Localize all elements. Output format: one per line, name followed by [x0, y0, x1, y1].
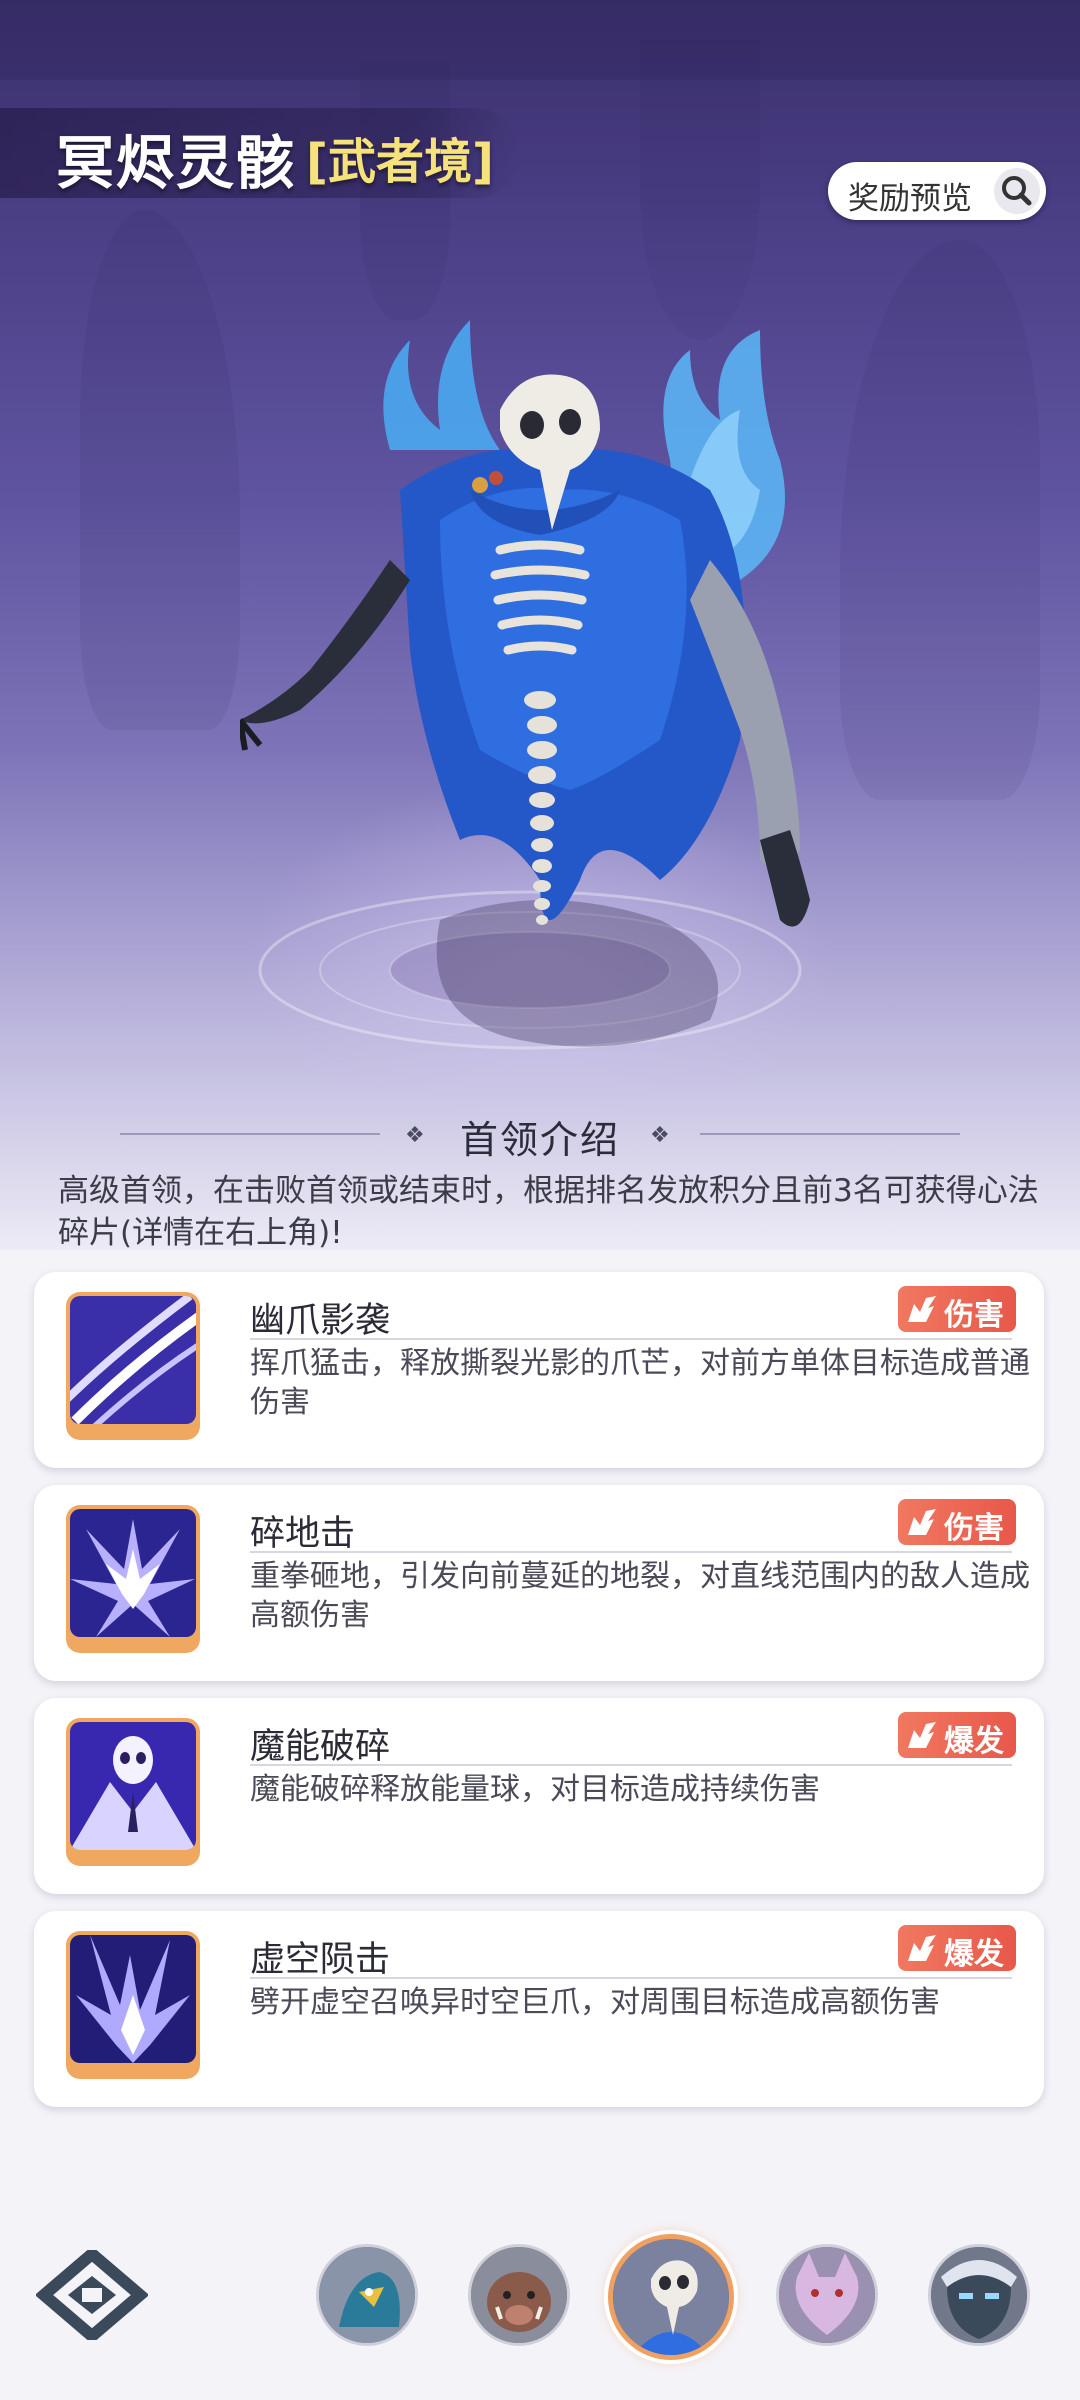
skill-icon-frame	[66, 1292, 200, 1440]
claw-slash-icon	[70, 1296, 196, 1424]
skill-icon-frame	[66, 1931, 200, 2079]
boss-avatar-wolf[interactable]	[776, 2244, 878, 2346]
skill-name: 碎地击	[250, 1514, 356, 1554]
boss-character-model	[240, 320, 810, 1047]
skill-card[interactable]: 虚空陨击 爆发 劈开虚空召唤异时空巨爪，对周围目标造成高额伤害	[34, 1911, 1044, 2107]
section-title: 首领介绍	[459, 1118, 620, 1162]
boss-avatar-skull-wraith[interactable]	[608, 2234, 734, 2360]
skull-burst-icon	[70, 1722, 196, 1850]
reward-preview-button[interactable]: 奖励预览	[828, 162, 1046, 220]
damage-icon	[908, 1509, 936, 1535]
skill-tag: 爆发	[898, 1925, 1016, 1972]
skill-icon-frame	[66, 1718, 200, 1866]
skill-name: 虚空陨击	[250, 1940, 391, 1980]
skill-description: 重拳砸地，引发向前蔓延的地裂，对直线范围内的敌人造成高额伤害	[250, 1559, 1030, 1633]
skill-tag-label: 爆发	[944, 1937, 1004, 1972]
boss-selector-bar	[0, 2200, 1080, 2400]
void-claw-icon	[70, 1935, 196, 2063]
skill-tag: 伤害	[898, 1286, 1016, 1333]
burst-icon	[908, 1935, 936, 1961]
skill-name: 幽爪影袭	[250, 1301, 391, 1341]
boss-avatar-bird-beast[interactable]	[316, 2244, 418, 2346]
search-icon	[994, 168, 1040, 214]
boss-avatar-masked[interactable]	[928, 2244, 1030, 2346]
ground-crack-icon	[70, 1509, 196, 1637]
boss-name: 冥烬灵骸	[56, 129, 297, 197]
reward-preview-label: 奖励预览	[848, 181, 972, 217]
skill-divider	[250, 1977, 1012, 1979]
boss-intro-section-header: ❖ ❖ 首领介绍	[120, 1105, 960, 1165]
skill-tag: 伤害	[898, 1499, 1016, 1546]
skill-name: 魔能破碎	[250, 1727, 391, 1767]
skill-description: 劈开虚空召唤异时空巨爪，对周围目标造成高额伤害	[250, 1985, 940, 2020]
skill-card[interactable]: 幽爪影袭 伤害 挥爪猛击，释放撕裂光影的爪芒，对前方单体目标造成普通伤害	[34, 1272, 1044, 1468]
skill-divider	[250, 1764, 1012, 1766]
boss-intro-description: 高级首领，在击败首领或结束时，根据排名发放积分且前3名可获得心法碎片(详情在右上…	[58, 1173, 1039, 1251]
skill-divider	[250, 1551, 1012, 1553]
skill-tag: 爆发	[898, 1712, 1016, 1759]
skill-card[interactable]: 碎地击 伤害 重拳砸地，引发向前蔓延的地裂，对直线范围内的敌人造成高额伤害	[34, 1485, 1044, 1681]
skill-tag-label: 伤害	[944, 1511, 1004, 1546]
damage-icon	[908, 1296, 936, 1322]
skill-card[interactable]: 魔能破碎 爆发 魔能破碎释放能量球，对目标造成持续伤害	[34, 1698, 1044, 1894]
skill-divider	[250, 1338, 1012, 1340]
game-logo-icon[interactable]	[36, 2250, 148, 2340]
skill-tag-label: 爆发	[944, 1724, 1004, 1759]
burst-icon	[908, 1722, 936, 1748]
boss-avatar-boar[interactable]	[468, 2244, 570, 2346]
skill-icon-frame	[66, 1505, 200, 1653]
boss-realm: [武者境]	[306, 134, 494, 190]
skill-description: 挥爪猛击，释放撕裂光影的爪芒，对前方单体目标造成普通伤害	[250, 1346, 1030, 1420]
skill-tag-label: 伤害	[944, 1298, 1004, 1333]
skill-description: 魔能破碎释放能量球，对目标造成持续伤害	[250, 1772, 820, 1807]
